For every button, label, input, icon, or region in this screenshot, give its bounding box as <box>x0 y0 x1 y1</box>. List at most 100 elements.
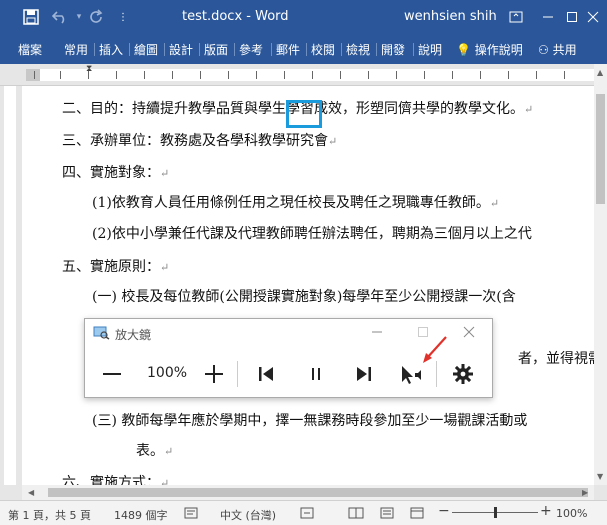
tab-review[interactable]: 校閱 <box>311 41 335 58</box>
ruler-tick <box>396 71 397 79</box>
save-icon[interactable] <box>18 0 44 34</box>
tab-separator <box>306 43 307 56</box>
ruler-tick <box>60 71 61 79</box>
tab-design[interactable]: 設計 <box>169 41 193 58</box>
horizontal-scroll-thumb[interactable] <box>48 488 588 497</box>
customize-toolbar-icon[interactable]: ⋮ <box>116 0 130 34</box>
tab-separator <box>376 43 377 56</box>
vertical-ruler[interactable] <box>0 86 22 485</box>
doc-line: (2)依中小學兼任代課及代理教師聘任辦法聘任，聘期為三個月以上之代 <box>92 226 532 242</box>
accessibility-icon[interactable] <box>300 507 314 522</box>
ruler-tick <box>564 71 565 79</box>
doc-line: (一) 校長及每位教師(公開授課實施對象)每學年至少公開授課一次(含 <box>92 289 516 305</box>
tab-developer[interactable]: 開發 <box>381 41 405 58</box>
ruler-tick <box>34 71 35 79</box>
ruler-tick <box>116 71 117 79</box>
ruler-margin <box>26 69 40 81</box>
tab-home[interactable]: 常用 <box>64 41 88 58</box>
tab-separator <box>341 43 342 56</box>
magnifier-zoom-level: 100% <box>147 365 188 381</box>
share-button[interactable]: ⚇ 共用 <box>538 41 577 58</box>
magnifier-title: 放大鏡 <box>115 328 152 342</box>
doc-line: (1)依教育人員任用條例任用之現任校長及聘任之現職專任教師。↵ <box>92 195 500 211</box>
vertical-scroll-thumb[interactable] <box>596 94 605 204</box>
status-bar: 第 1 頁，共 5 頁 1489 個字 中文 (台灣) − + 100% <box>0 500 607 525</box>
zoom-in-icon[interactable]: + <box>540 503 552 519</box>
read-from-here-back-icon[interactable] <box>253 361 279 387</box>
zoom-in-button[interactable] <box>201 361 227 387</box>
doc-line: 者，並得視需要 <box>518 351 594 367</box>
ruler-tick <box>284 71 285 79</box>
zoom-level[interactable]: 100% <box>556 507 587 520</box>
language-indicator[interactable]: 中文 (台灣) <box>220 507 276 523</box>
tab-separator <box>199 43 200 56</box>
horizontal-scrollbar[interactable]: ◀ ▶ <box>22 485 594 500</box>
proofing-icon[interactable] <box>184 507 198 522</box>
pause-icon[interactable] <box>303 361 329 387</box>
ruler-tick <box>200 71 201 79</box>
magnifier-close-button[interactable] <box>457 324 481 340</box>
read-mode-icon[interactable] <box>348 507 364 522</box>
doc-line: (三) 教師每學年應於學期中，擇一無課務時段參加至少一場觀課活動或 <box>92 413 528 429</box>
tab-separator <box>413 43 414 56</box>
tab-separator <box>94 43 95 56</box>
scroll-up-icon[interactable]: ▲ <box>597 68 603 77</box>
ruler-tick <box>312 71 313 79</box>
document-page[interactable]: 二、目的：持續提升教學品質與學生學習成效，形塑同儕共學的教學文化。↵ 三、承辦單… <box>22 86 594 485</box>
page-count[interactable]: 第 1 頁，共 5 頁 <box>8 507 91 523</box>
ruler-tick <box>508 71 509 79</box>
annotation-arrow-icon <box>423 336 447 363</box>
undo-icon[interactable] <box>48 0 72 34</box>
magnifier-app-icon <box>93 325 111 341</box>
magnifier-minimize-button[interactable] <box>365 324 389 340</box>
person-icon: ⚇ <box>538 43 549 57</box>
window-title: test.docx - Word <box>182 9 289 24</box>
print-layout-icon[interactable] <box>380 507 394 522</box>
doc-line: 四、實施對象：↵ <box>62 165 170 181</box>
close-button[interactable] <box>580 0 606 34</box>
tab-references[interactable]: 參考 <box>239 41 263 58</box>
indent-marker-icon[interactable]: ⧗ <box>86 64 92 74</box>
tab-help[interactable]: 說明 <box>418 41 442 58</box>
next-sentence-icon[interactable] <box>351 361 377 387</box>
tab-view[interactable]: 檢視 <box>346 41 370 58</box>
ribbon-display-options-icon[interactable] <box>500 0 532 34</box>
doc-line: 六、實施方式：↵ <box>62 475 170 485</box>
doc-line: 表。↵ <box>136 443 174 459</box>
tab-file[interactable]: 檔案 <box>18 41 42 58</box>
vruler-track <box>4 86 16 485</box>
magnifier-focus-box <box>286 100 322 128</box>
word-count[interactable]: 1489 個字 <box>114 507 168 523</box>
scroll-down-icon[interactable]: ▼ <box>597 472 603 481</box>
ruler-tick <box>228 71 229 79</box>
zoom-slider-thumb[interactable] <box>494 507 497 518</box>
ruler-tick <box>536 71 537 79</box>
doc-line: 三、承辦單位：教務處及各學科教學研究會↵ <box>62 133 338 149</box>
ruler-tick <box>144 71 145 79</box>
tab-layout[interactable]: 版面 <box>204 41 228 58</box>
tab-mailings[interactable]: 郵件 <box>276 41 300 58</box>
tab-separator <box>234 43 235 56</box>
title-bar: ▾ ⋮ test.docx - Word wenhsien shih <box>0 0 607 34</box>
web-layout-icon[interactable] <box>410 507 424 522</box>
ruler-tick <box>480 71 481 79</box>
ruler-tick <box>340 71 341 79</box>
ruler-tick <box>256 71 257 79</box>
share-label: 共用 <box>552 43 577 57</box>
scroll-right-icon[interactable]: ▶ <box>582 488 588 497</box>
horizontal-ruler[interactable]: ⧗ <box>0 64 607 86</box>
tell-me-search[interactable]: 💡 操作說明 <box>456 41 523 58</box>
ruler-tick <box>172 71 173 79</box>
vertical-scrollbar[interactable]: ▲ ▼ <box>594 64 607 485</box>
redo-icon[interactable] <box>84 0 108 34</box>
doc-line: 五、實施原則：↵ <box>62 259 170 275</box>
user-name[interactable]: wenhsien shih <box>404 9 497 24</box>
tab-draw[interactable]: 繪圖 <box>134 41 158 58</box>
tab-insert[interactable]: 插入 <box>99 41 123 58</box>
ruler-tick <box>452 71 453 79</box>
toolbar-divider <box>237 361 238 387</box>
gear-icon[interactable] <box>449 360 477 388</box>
scroll-left-icon[interactable]: ◀ <box>28 488 34 497</box>
zoom-out-button[interactable] <box>99 361 125 387</box>
zoom-out-icon[interactable]: − <box>438 503 450 519</box>
